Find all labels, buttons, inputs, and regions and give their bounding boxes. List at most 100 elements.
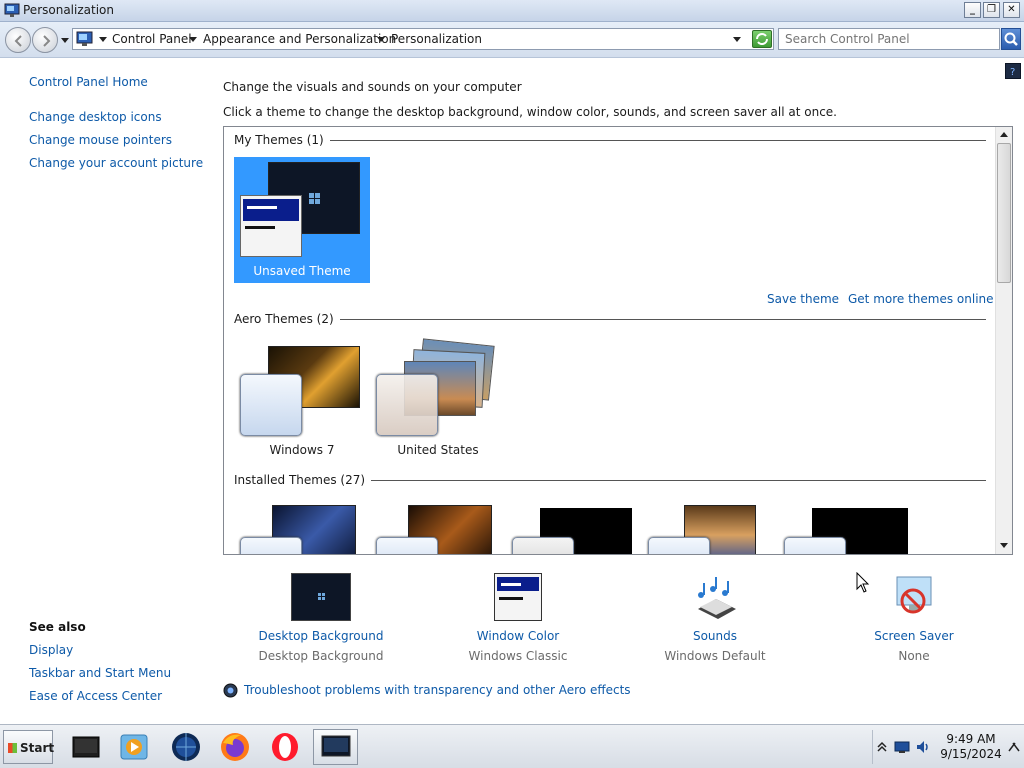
- chevron-down-icon[interactable]: [377, 37, 385, 42]
- sidebar-change-desktop-icons[interactable]: Change desktop icons: [29, 110, 162, 124]
- personalization-app-icon: [4, 3, 20, 17]
- theme-preview-window: [376, 374, 438, 436]
- theme-tile-united-states[interactable]: United States: [370, 337, 506, 463]
- see-also-heading: See also: [29, 620, 86, 634]
- theme-name: United States: [397, 443, 479, 457]
- installed-theme-tile[interactable]: [642, 499, 778, 554]
- desktop-icon[interactable]: [70, 731, 102, 763]
- troubleshoot-link[interactable]: Troubleshoot problems with transparency …: [244, 683, 631, 697]
- windows-logo-icon: [309, 193, 320, 204]
- clock-date: 9/15/2024: [940, 747, 1002, 761]
- volume-icon[interactable]: [915, 739, 931, 755]
- control-panel-icon: [76, 31, 93, 46]
- windows-logo-icon: [318, 593, 325, 600]
- save-theme-link[interactable]: Save theme: [767, 292, 839, 306]
- minimize-button[interactable]: _: [964, 2, 981, 18]
- question-icon: ?: [1010, 67, 1015, 78]
- start-button[interactable]: Start: [3, 730, 55, 764]
- group-label-installed-themes: Installed Themes (27): [234, 473, 372, 487]
- desktop-background-setting[interactable]: Desktop Background Desktop Background: [246, 573, 396, 663]
- forward-button[interactable]: [32, 27, 58, 53]
- refresh-icon: [756, 33, 768, 45]
- theme-preview-window: [648, 537, 710, 554]
- network-icon[interactable]: [893, 739, 911, 755]
- screen-saver-link[interactable]: Screen Saver: [839, 629, 989, 643]
- sidebar-change-account-picture[interactable]: Change your account picture: [29, 156, 203, 170]
- window-color-value: Windows Classic: [468, 649, 568, 663]
- personalization-window-icon: [321, 735, 351, 757]
- theme-preview-window: [240, 537, 302, 554]
- forward-arrow-icon: [43, 35, 51, 47]
- refresh-button[interactable]: [752, 30, 772, 48]
- theme-name: Unsaved Theme: [253, 264, 351, 278]
- sounds-link[interactable]: Sounds: [640, 629, 790, 643]
- show-hidden-icons-icon[interactable]: [877, 740, 887, 752]
- back-button[interactable]: [5, 27, 31, 53]
- theme-list-scrollbar[interactable]: [995, 127, 1012, 554]
- breadcrumb-personalization[interactable]: Personalization: [391, 32, 482, 46]
- clock-time: 9:49 AM: [946, 732, 996, 746]
- sounds-setting[interactable]: Sounds Windows Default: [640, 573, 790, 663]
- installed-theme-tile[interactable]: [370, 499, 506, 554]
- opera-icon[interactable]: [269, 731, 301, 763]
- theme-list[interactable]: My Themes (1) Unsaved Theme Save theme G…: [223, 126, 1013, 555]
- sidebar-control-panel-home[interactable]: Control Panel Home: [29, 75, 148, 89]
- address-bar[interactable]: Control Panel Appearance and Personaliza…: [72, 28, 774, 50]
- window-color-link[interactable]: Window Color: [443, 629, 593, 643]
- search-box[interactable]: [778, 28, 1000, 50]
- window-title: Personalization: [23, 3, 114, 17]
- desktop-background-link[interactable]: Desktop Background: [246, 629, 396, 643]
- troubleshoot-icon: [223, 683, 238, 698]
- see-also-taskbar-start-menu[interactable]: Taskbar and Start Menu: [29, 666, 171, 680]
- media-player-icon[interactable]: [118, 731, 150, 763]
- help-icon[interactable]: ?: [1005, 63, 1021, 79]
- clock[interactable]: 9:49 AM 9/15/2024: [931, 732, 1011, 762]
- window-color-icon: [494, 573, 542, 621]
- firefox-icon[interactable]: [219, 731, 251, 763]
- close-button[interactable]: ✕: [1003, 2, 1020, 18]
- sidebar-change-mouse-pointers[interactable]: Change mouse pointers: [29, 133, 172, 147]
- globe-icon[interactable]: [170, 731, 202, 763]
- svg-text:?: ?: [1010, 67, 1015, 78]
- show-desktop-icon[interactable]: [1007, 739, 1021, 755]
- installed-theme-tile[interactable]: [506, 499, 642, 554]
- theme-preview-window: [512, 537, 574, 554]
- start-label: Start: [20, 741, 55, 755]
- navigation-toolbar: Control Panel Appearance and Personaliza…: [0, 22, 1024, 58]
- installed-theme-tile[interactable]: [234, 499, 370, 554]
- group-divider: [234, 140, 986, 141]
- scroll-down-arrow-icon[interactable]: [1000, 543, 1008, 548]
- theme-preview-window: [240, 374, 302, 436]
- page-heading: Change the visuals and sounds on your co…: [223, 80, 522, 94]
- recent-pages-chevron-icon[interactable]: [61, 38, 69, 43]
- group-label-my-themes: My Themes (1): [234, 133, 330, 147]
- theme-preview-window: [784, 537, 846, 554]
- chevron-down-icon[interactable]: [99, 37, 107, 42]
- theme-tile-unsaved[interactable]: Unsaved Theme: [234, 157, 370, 283]
- get-more-themes-link[interactable]: Get more themes online: [848, 292, 994, 306]
- search-button[interactable]: [1001, 28, 1021, 50]
- breadcrumb-control-panel[interactable]: Control Panel: [112, 32, 192, 46]
- theme-tile-windows-7[interactable]: Windows 7: [234, 337, 370, 463]
- desktop-background-value: Desktop Background: [258, 649, 384, 663]
- desktop-background-icon: [291, 573, 351, 621]
- window-color-setting[interactable]: Window Color Windows Classic: [443, 573, 593, 663]
- breadcrumb-appearance[interactable]: Appearance and Personalization: [203, 32, 396, 46]
- installed-theme-tile[interactable]: [778, 499, 914, 554]
- system-tray: 9:49 AM 9/15/2024: [872, 730, 1022, 764]
- restore-button[interactable]: ❐: [983, 2, 1000, 18]
- scroll-thumb[interactable]: [997, 143, 1011, 283]
- theme-preview-window: [376, 537, 438, 554]
- scroll-up-arrow-icon[interactable]: [1000, 132, 1008, 137]
- address-dropdown-icon[interactable]: [733, 37, 741, 42]
- title-bar: Personalization _ ❐ ✕: [0, 0, 1024, 22]
- page-instructions: Click a theme to change the desktop back…: [223, 105, 837, 119]
- chevron-down-icon[interactable]: [189, 37, 197, 42]
- sounds-icon: [698, 577, 736, 619]
- sounds-value: Windows Default: [664, 649, 766, 663]
- see-also-display[interactable]: Display: [29, 643, 73, 657]
- search-input[interactable]: [785, 30, 985, 48]
- see-also-ease-of-access[interactable]: Ease of Access Center: [29, 689, 162, 703]
- windows-flag-icon: [8, 743, 17, 753]
- taskbar-personalization-window[interactable]: [313, 729, 358, 765]
